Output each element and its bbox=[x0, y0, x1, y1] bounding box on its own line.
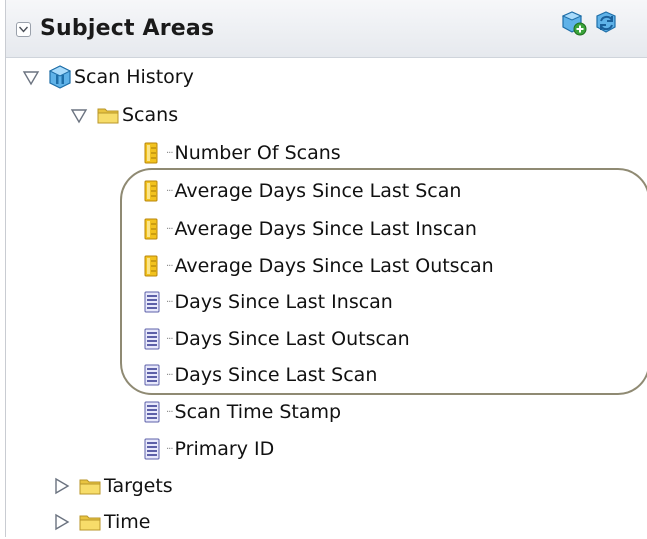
tree-node-label: Scan History bbox=[74, 66, 194, 88]
attribute-column-icon bbox=[140, 290, 164, 314]
tree-item-attribute[interactable]: ··· Days Since Last Outscan bbox=[140, 322, 410, 356]
connector-dots: ··· bbox=[166, 296, 173, 308]
tree-item-attribute[interactable]: ··· Days Since Last Inscan bbox=[140, 285, 393, 319]
tree-folder-label: Scans bbox=[122, 104, 179, 126]
folder-icon bbox=[78, 474, 102, 498]
panel-title: Subject Areas bbox=[40, 16, 215, 41]
measure-icon bbox=[140, 217, 164, 241]
folder-icon bbox=[78, 510, 102, 534]
attribute-column-icon bbox=[140, 437, 164, 461]
refresh-icon[interactable] bbox=[594, 10, 620, 36]
tree-folder-targets[interactable]: Targets bbox=[50, 469, 173, 503]
tree-item-label: Average Days Since Last Scan bbox=[174, 180, 462, 202]
subject-areas-panel: Subject Areas Scan History Scans ··· Num… bbox=[5, 0, 647, 537]
folder-icon bbox=[96, 103, 120, 127]
collapsed-triangle-icon[interactable] bbox=[50, 475, 72, 497]
measure-icon bbox=[140, 141, 164, 165]
tree-node-scan-history[interactable]: Scan History bbox=[20, 60, 194, 94]
tree-item-label: Days Since Last Inscan bbox=[174, 291, 393, 313]
tree-item-label: Days Since Last Outscan bbox=[174, 328, 410, 350]
connector-dots: ··· bbox=[166, 443, 173, 455]
tree-item-label: Number Of Scans bbox=[174, 142, 341, 164]
measure-icon bbox=[140, 254, 164, 278]
collapsed-triangle-icon[interactable] bbox=[50, 511, 72, 533]
connector-dots: ··· bbox=[166, 369, 173, 381]
connector-dots: ··· bbox=[166, 147, 173, 159]
tree-item-measure[interactable]: ··· Number Of Scans bbox=[140, 136, 341, 170]
tree-item-label: Average Days Since Last Outscan bbox=[174, 255, 494, 277]
tree-item-label: Average Days Since Last Inscan bbox=[174, 218, 477, 240]
attribute-column-icon bbox=[140, 327, 164, 351]
add-subject-area-icon[interactable] bbox=[561, 10, 587, 36]
connector-dots: ··· bbox=[166, 260, 173, 272]
subject-area-cube-icon bbox=[48, 65, 72, 89]
chevron-down-icon bbox=[19, 26, 28, 33]
tree-item-attribute[interactable]: ··· Scan Time Stamp bbox=[140, 395, 341, 429]
connector-dots: ··· bbox=[166, 333, 173, 345]
attribute-column-icon bbox=[140, 400, 164, 424]
connector-dots: ··· bbox=[166, 223, 173, 235]
tree-item-label: Scan Time Stamp bbox=[174, 401, 342, 423]
tree-item-label: Days Since Last Scan bbox=[174, 364, 378, 386]
panel-header: Subject Areas bbox=[6, 0, 647, 58]
attribute-column-icon bbox=[140, 363, 164, 387]
connector-dots: ··· bbox=[166, 406, 173, 418]
tree-item-label: Primary ID bbox=[174, 438, 275, 460]
expanded-triangle-icon[interactable] bbox=[20, 66, 42, 88]
measure-icon bbox=[140, 179, 164, 203]
connector-dots: ··· bbox=[166, 185, 173, 197]
tree-item-attribute[interactable]: ··· Days Since Last Scan bbox=[140, 358, 377, 392]
tree-item-measure[interactable]: ··· Average Days Since Last Scan bbox=[140, 174, 461, 208]
tree-folder-scans[interactable]: Scans bbox=[68, 98, 178, 132]
collapse-panel-button[interactable] bbox=[16, 22, 31, 37]
expanded-triangle-icon[interactable] bbox=[68, 104, 90, 126]
tree-folder-time[interactable]: Time bbox=[50, 505, 151, 539]
tree-folder-label: Time bbox=[104, 511, 151, 533]
tree-item-measure[interactable]: ··· Average Days Since Last Outscan bbox=[140, 249, 494, 283]
tree-folder-label: Targets bbox=[104, 475, 173, 497]
tree-item-measure[interactable]: ··· Average Days Since Last Inscan bbox=[140, 212, 477, 246]
tree-item-attribute[interactable]: ··· Primary ID bbox=[140, 432, 274, 466]
